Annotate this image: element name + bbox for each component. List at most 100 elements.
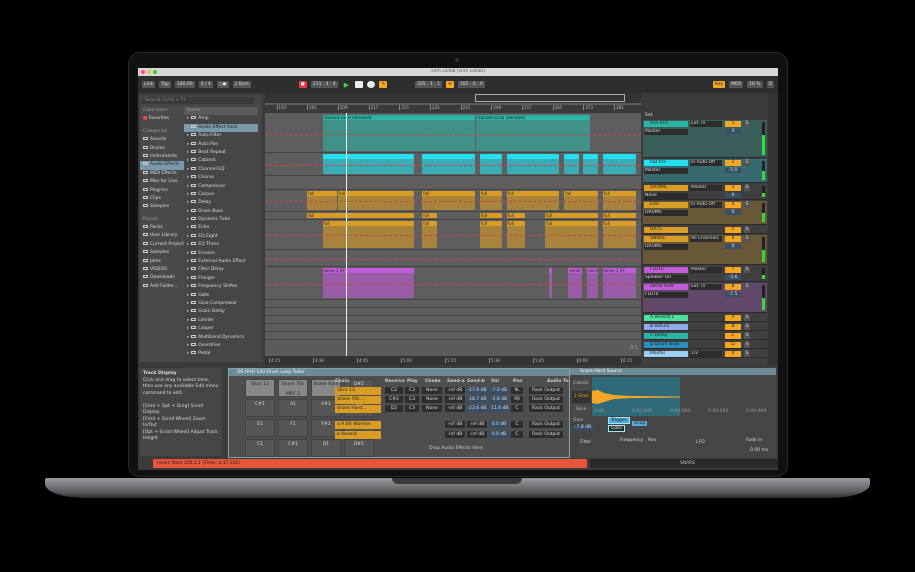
track-title-bar[interactable]: FLUTE (644, 267, 688, 273)
output-selector[interactable]: DRUMS (644, 244, 688, 250)
track-title-bar[interactable]: D Drum Buss (644, 342, 688, 348)
trigger-button[interactable]: Trigger (608, 417, 630, 424)
snap-button[interactable]: Snap (632, 421, 648, 426)
chain-out-field[interactable]: Rack Output (529, 387, 563, 394)
arrangement-record-icon[interactable]: ● (298, 81, 307, 88)
track-activator-button[interactable]: 1 (725, 121, 741, 127)
name-column-header[interactable]: Name (184, 107, 258, 116)
chain-recv-field[interactable]: D2 (385, 405, 403, 412)
browser-item[interactable]: ▸ Channel EQ (184, 166, 258, 174)
time-signature[interactable]: 4 / 4 (198, 81, 213, 88)
midi-map-button[interactable]: MIDI (729, 81, 744, 88)
places-item[interactable]: Current Project (140, 241, 184, 249)
mode-1-shot[interactable]: 1-Shot (572, 391, 590, 403)
output-selector[interactable]: Master (644, 168, 688, 174)
browser-item[interactable]: ▸ Echo (184, 224, 258, 232)
track-lane[interactable]: full full full full full full (265, 220, 641, 250)
browser-item[interactable]: ▸ Overdrive (184, 342, 258, 350)
browser-item[interactable]: ▸ Erosion (184, 250, 258, 258)
arrangement-overview[interactable] (265, 93, 641, 103)
link-button[interactable]: Link (142, 81, 156, 88)
chain-choke-field[interactable]: None (422, 405, 442, 412)
input-selector[interactable]: In Auto Off (690, 160, 722, 166)
category-item[interactable]: Drums (140, 145, 184, 153)
return-chain-name[interactable]: b Reverb (335, 431, 381, 439)
browser-item[interactable]: ▸ Auto Pan (184, 141, 258, 149)
chain-sb-field[interactable]: -23.6 dB (467, 405, 487, 412)
track-title-bar[interactable]: C Delay (644, 333, 688, 339)
browser-item[interactable]: ▸ Amp (184, 115, 258, 123)
chain-recv-field[interactable]: C2 (385, 387, 403, 394)
bar-ruler[interactable]: 193 201 209 217 225 233 241 249 257 265 273 281 (265, 105, 641, 113)
chain-out-field[interactable]: Rack Output (529, 396, 563, 403)
track-lane[interactable] (265, 324, 641, 332)
solo-button[interactable]: S (744, 185, 750, 191)
places-item[interactable]: Packs (140, 224, 184, 232)
drum-pad[interactable]: D#1 (344, 439, 374, 457)
browser-item[interactable]: ▸ Limiter (184, 317, 258, 325)
solo-button[interactable]: S (744, 227, 750, 233)
loop-start-field[interactable]: 205 . 1 . 1 (415, 81, 443, 88)
volume-field[interactable]: 0 (725, 193, 741, 198)
browser-item[interactable]: ▸ EQ Eight (184, 233, 258, 241)
gate-button[interactable]: Gate (608, 425, 625, 432)
solo-button[interactable]: S (744, 160, 750, 166)
loop-button[interactable]: ⟲ (446, 81, 454, 88)
category-item[interactable]: Audio Effects (140, 161, 184, 170)
browser-item[interactable]: ▸ Audio Effect Rack (184, 123, 258, 133)
chain-choke-field[interactable]: None (422, 396, 442, 403)
volume-field[interactable]: 0 (725, 210, 741, 215)
output-selector[interactable]: Master (644, 129, 688, 135)
chain-play-field[interactable]: C3 (405, 405, 419, 412)
clip[interactable]: full (602, 213, 637, 218)
browser-item[interactable]: ▸ Corpus (184, 191, 258, 199)
tempo-field[interactable]: 180.00 (174, 81, 195, 88)
browser-item[interactable]: ▸ EQ Three (184, 241, 258, 249)
return-pan-field[interactable]: C (511, 431, 523, 438)
track-lane[interactable] (265, 300, 641, 308)
track-lane[interactable] (265, 308, 641, 316)
mode-slice[interactable]: Slice (572, 404, 590, 416)
volume-field[interactable]: 0 (725, 244, 741, 249)
drum-pad[interactable]: F1 (278, 419, 308, 437)
track-lane[interactable] (265, 153, 641, 176)
automation-arm-icon[interactable]: ✎ (379, 81, 388, 88)
track-activator-button[interactable]: 2 (725, 160, 741, 166)
return-sb-field[interactable]: -inf dB (467, 431, 487, 438)
browser-item[interactable]: ▸ Grain Delay (184, 308, 258, 316)
clip[interactable]: full (506, 213, 525, 218)
track-lane[interactable] (265, 316, 641, 324)
browser-item[interactable]: ▸ Glue Compressor (184, 300, 258, 308)
chain-sa-field[interactable]: -inf dB (445, 405, 465, 412)
places-item[interactable]: Downloads (140, 274, 184, 282)
key-map-button[interactable]: Key (712, 81, 726, 88)
drum-pad[interactable]: E1 (245, 419, 275, 437)
output-selector[interactable]: DRUMS (644, 210, 688, 216)
volume-field[interactable]: -3.6 (725, 275, 741, 280)
input-selector[interactable]: Master (690, 185, 722, 191)
chain-vol-field[interactable]: -7.0 dB (489, 387, 509, 394)
solo-button[interactable]: S (744, 315, 750, 321)
places-item[interactable]: VIDEOS (140, 266, 184, 274)
track-title-bar[interactable]: VOCALS (644, 121, 688, 127)
track-activator-button[interactable]: 0 (725, 351, 741, 357)
chain-vol-field[interactable]: -11.6 dB (489, 405, 509, 412)
close-button[interactable] (141, 70, 145, 74)
chain-sb-field[interactable]: -17.6 dB (467, 387, 487, 394)
chain-play-field[interactable]: C3 (405, 396, 419, 403)
return-pan-field[interactable]: C (511, 421, 523, 428)
drum-pad[interactable]: C1 (245, 439, 275, 457)
track-activator-button[interactable]: 7 (725, 267, 741, 273)
drop-effects-zone[interactable]: Drop Audio Effects Here (429, 446, 483, 451)
track-lane[interactable] (265, 250, 641, 267)
track-title-bar[interactable]: verse flute (644, 284, 688, 290)
time-ruler[interactable]: 4:15 4:30 4:45 5:00 5:15 5:30 5:45 6:00 6:15 (265, 356, 641, 365)
output-selector[interactable]: Speaker On (644, 275, 688, 281)
return-out-field[interactable]: Rack Output (529, 421, 563, 428)
track-activator-button[interactable]: 8 (725, 284, 741, 290)
solo-button[interactable]: S (744, 236, 750, 242)
browser-item[interactable]: ▸ Auto Filter (184, 132, 258, 140)
chain-vol-field[interactable]: -5.6 dB (489, 396, 509, 403)
clip[interactable]: full (307, 213, 414, 218)
browser-item[interactable]: ▸ Gate (184, 292, 258, 300)
